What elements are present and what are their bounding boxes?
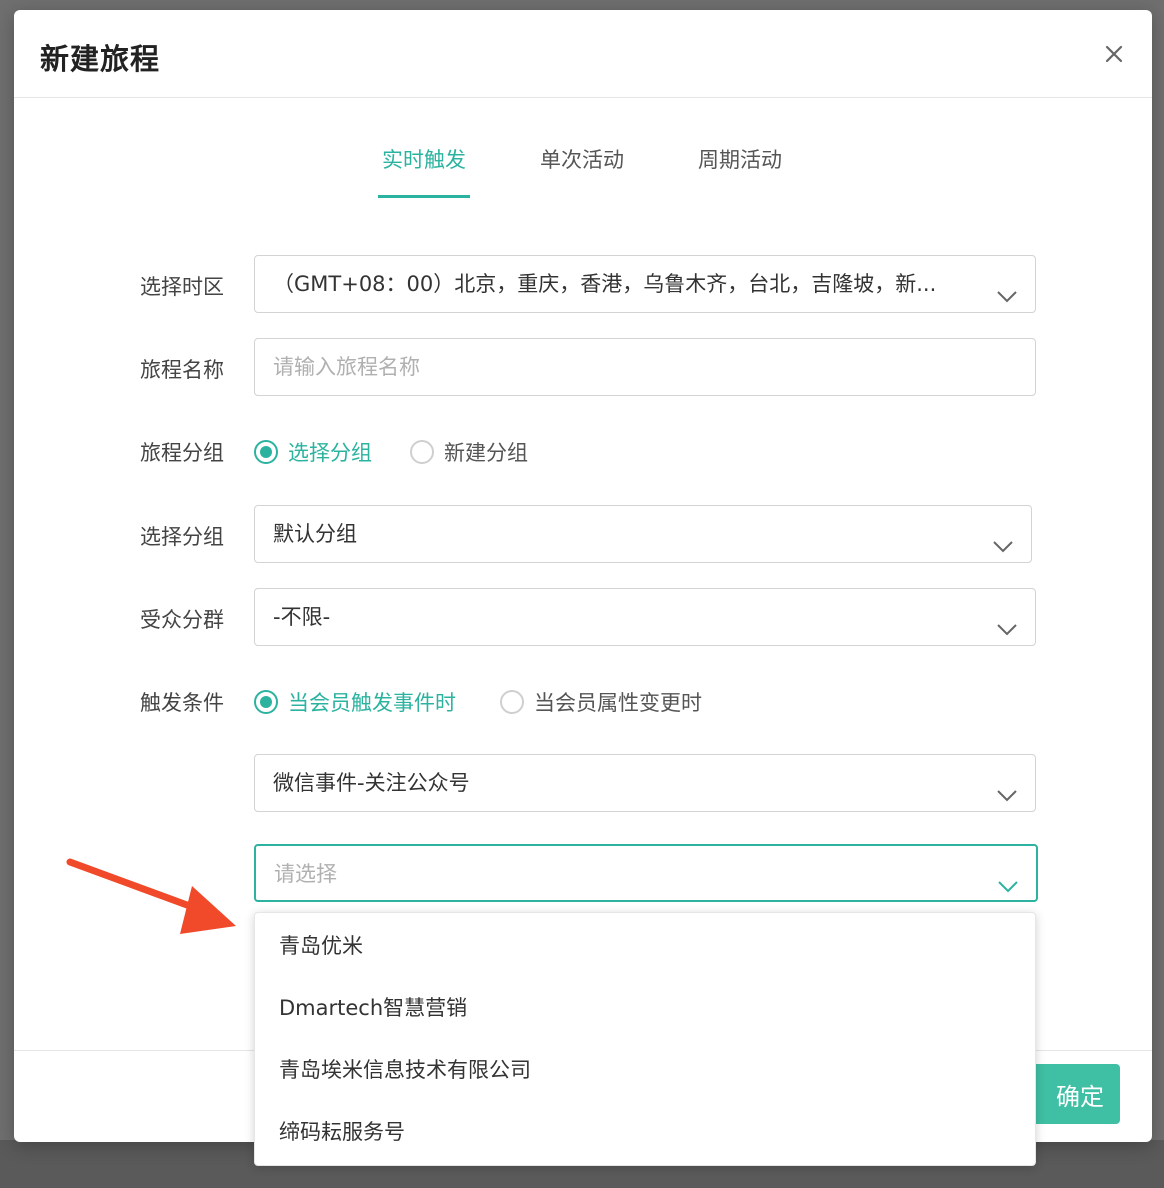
dropdown-option[interactable]: Dmartech智慧营销 [255,977,1035,1039]
radio-checked-icon [254,690,278,714]
radio-checked-icon [254,440,278,464]
account-placeholder: 请选择 [274,862,337,886]
journey-name-label: 旅程名称 [140,358,224,382]
dialog-title: 新建旅程 [40,42,161,76]
radio-label: 当会员触发事件时 [288,691,456,715]
dropdown-option[interactable]: 青岛埃米信息技术有限公司 [255,1039,1035,1101]
chevron-down-icon [995,772,1019,802]
tab-periodic-activity[interactable]: 周期活动 [694,142,786,198]
group-value: 默认分组 [273,522,357,546]
journey-name-input[interactable] [254,338,1036,396]
radio-unchecked-icon [410,440,434,464]
event-select[interactable]: 微信事件-关注公众号 [254,754,1036,812]
tab-realtime-trigger[interactable]: 实时触发 [378,142,470,198]
chevron-down-icon [991,523,1015,553]
timezone-value: （GMT+08：00）北京，重庆，香港，乌鲁木齐，台北，吉隆坡，新... [273,272,937,296]
account-dropdown-menu: 青岛优米 Dmartech智慧营销 青岛埃米信息技术有限公司 缔码耘服务号 [254,912,1036,1166]
audience-select[interactable]: -不限- [254,588,1036,646]
audience-value: -不限- [273,605,331,629]
close-icon[interactable] [1100,40,1128,68]
trigger-type-tabs: 实时触发 单次活动 周期活动 [14,142,1152,202]
select-group-label: 选择分组 [140,525,224,549]
radio-select-group[interactable]: 选择分组 [254,434,372,470]
radio-member-event[interactable]: 当会员触发事件时 [254,684,456,720]
radio-new-group[interactable]: 新建分组 [410,434,528,470]
account-select[interactable]: 请选择 [254,844,1038,902]
chevron-down-icon [996,863,1020,893]
radio-unchecked-icon [500,690,524,714]
dialog-header: 新建旅程 [14,10,1152,98]
trigger-condition-radio-group: 当会员触发事件时 当会员属性变更时 [254,684,774,720]
timezone-select[interactable]: （GMT+08：00）北京，重庆，香港，乌鲁木齐，台北，吉隆坡，新... [254,255,1036,313]
chevron-down-icon [995,273,1019,303]
chevron-down-icon [995,606,1019,636]
radio-label: 新建分组 [444,441,528,465]
radio-label: 选择分组 [288,441,372,465]
radio-member-attribute-change[interactable]: 当会员属性变更时 [500,684,702,720]
journey-group-radio-group: 选择分组 新建分组 [254,434,654,470]
journey-group-label: 旅程分组 [140,441,224,465]
trigger-condition-label: 触发条件 [140,691,224,715]
audience-label: 受众分群 [140,608,224,632]
tab-single-activity[interactable]: 单次活动 [536,142,628,198]
annotation-arrow-icon [64,852,244,942]
group-select[interactable]: 默认分组 [254,505,1032,563]
radio-label: 当会员属性变更时 [534,691,702,715]
dropdown-option[interactable]: 缔码耘服务号 [255,1101,1035,1163]
timezone-label: 选择时区 [140,275,224,299]
dropdown-option[interactable]: 青岛优米 [255,915,1035,977]
event-value: 微信事件-关注公众号 [273,771,470,795]
